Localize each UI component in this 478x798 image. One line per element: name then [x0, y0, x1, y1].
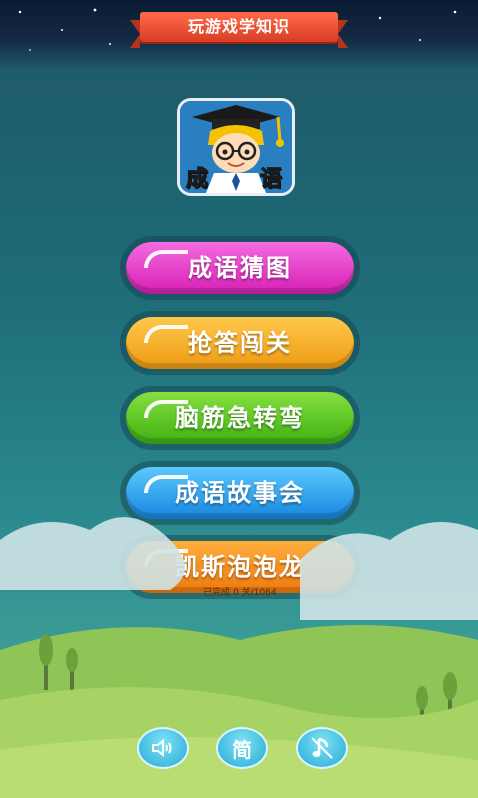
game-home-screen: 玩游戏学知识 成 语 成语猜图 抢答闯关 脑筋急转弯 成语故事会 凯斯泡泡龙 已… [0, 0, 478, 798]
menu-button-idiom-guess-picture[interactable]: 成语猜图 [120, 236, 360, 300]
logo-text-right: 语 [259, 167, 283, 193]
button-pill: 抢答闯关 [126, 317, 354, 369]
music-note-muted-icon [311, 737, 333, 759]
language-toggle-button[interactable]: 简 [216, 727, 268, 769]
app-logo: 成 语 [177, 98, 295, 196]
banner-tail-right [338, 20, 348, 48]
title-banner: 玩游戏学知识 [130, 8, 348, 48]
menu-button-quiz-challenge[interactable]: 抢答闯关 [120, 311, 360, 375]
button-pill: 脑筋急转弯 [126, 392, 354, 444]
button-pill: 成语猜图 [126, 242, 354, 294]
speaker-icon [152, 738, 172, 758]
music-toggle-button[interactable] [296, 727, 348, 769]
banner-title: 玩游戏学知识 [187, 17, 290, 36]
menu-label: 抢答闯关 [188, 329, 292, 357]
menu-label: 脑筋急转弯 [175, 404, 305, 432]
menu-label: 成语猜图 [188, 254, 292, 282]
sound-toggle-button[interactable] [137, 727, 189, 769]
banner-tail-left [130, 20, 140, 48]
menu-button-brain-teaser[interactable]: 脑筋急转弯 [120, 386, 360, 450]
logo-text-left: 成 [185, 167, 209, 193]
language-label: 简 [232, 737, 252, 762]
